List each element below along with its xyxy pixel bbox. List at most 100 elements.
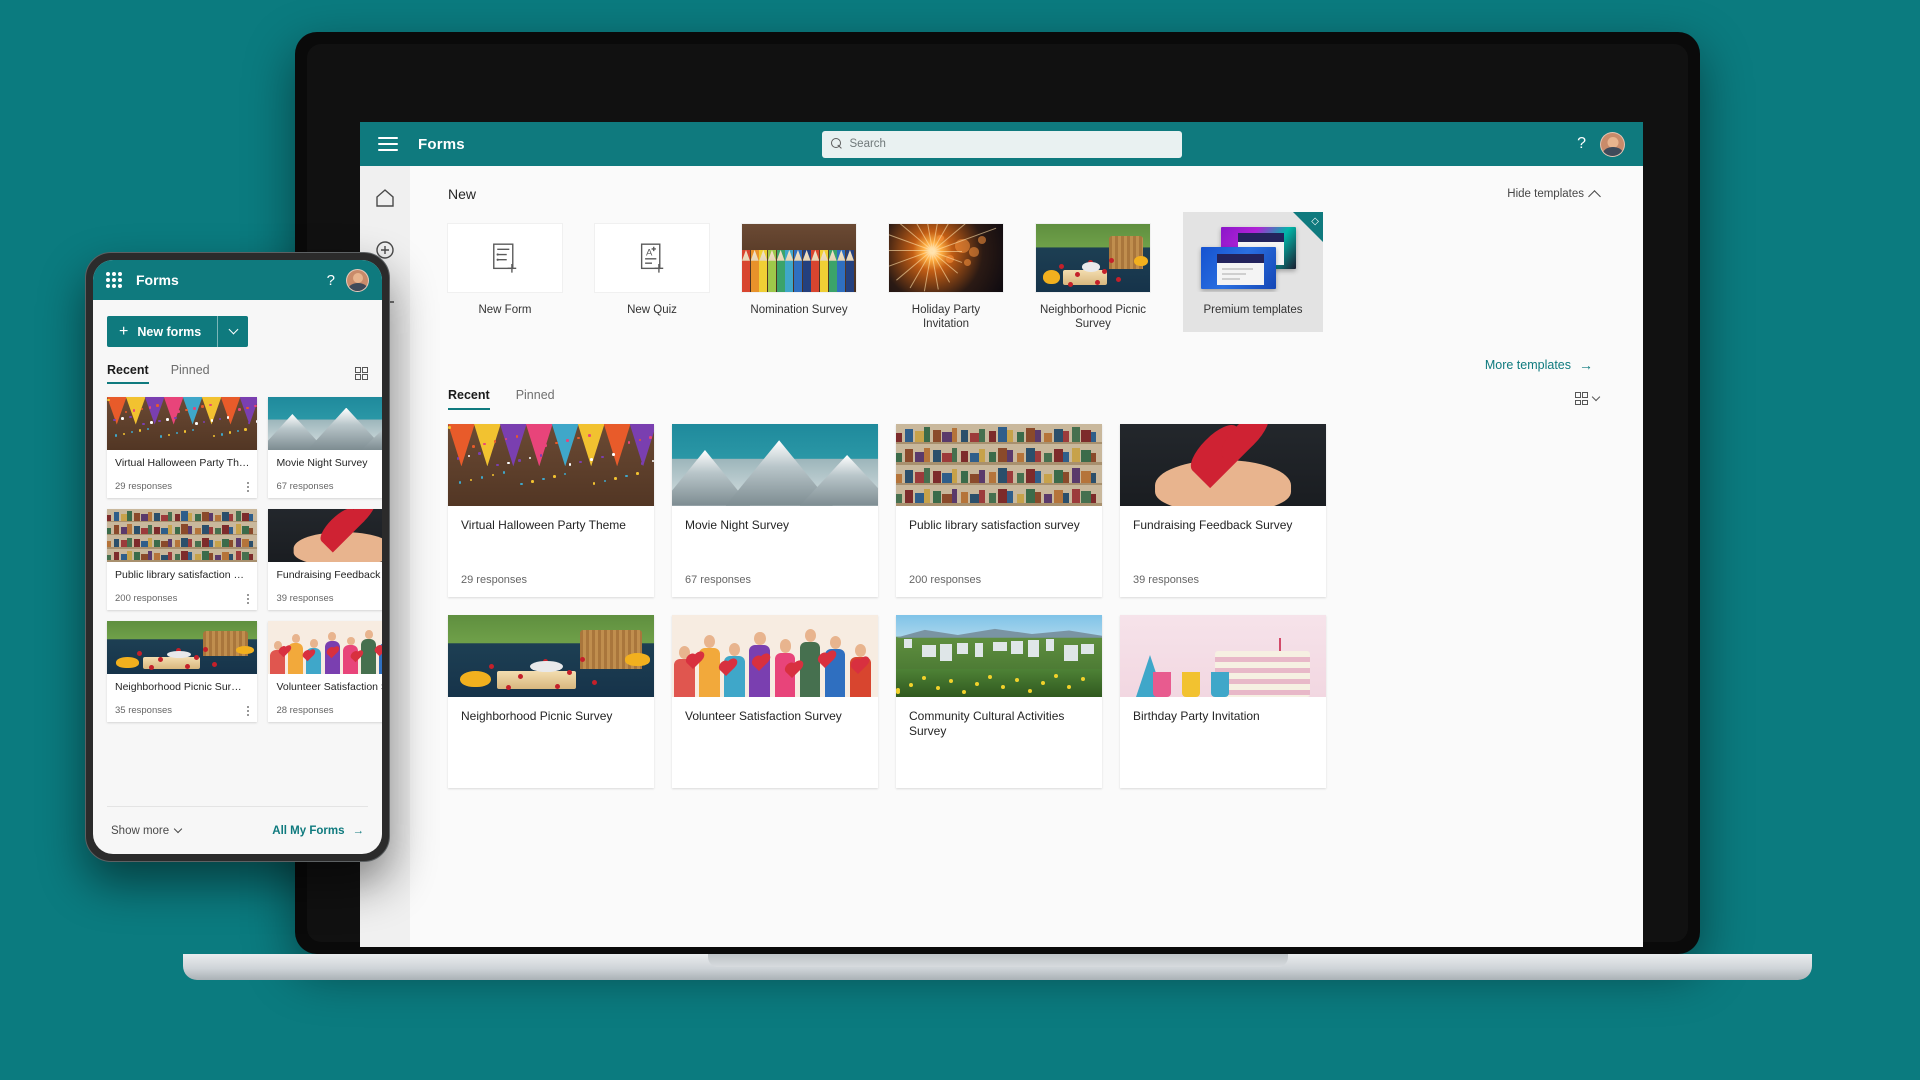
card-thumbnail bbox=[448, 614, 654, 697]
card-responses: 67 responses bbox=[685, 573, 752, 586]
tab-recent[interactable]: Recent bbox=[107, 363, 149, 384]
chevron-down-icon bbox=[173, 824, 183, 833]
more-templates-link[interactable]: More templates → bbox=[1485, 358, 1593, 372]
tab-recent[interactable]: Recent bbox=[448, 388, 490, 410]
laptop-shell: Forms ? bbox=[295, 32, 1700, 954]
template-row: New Form A New Quiz Nomination Survey Ho… bbox=[448, 212, 1599, 332]
hide-templates-link[interactable]: Hide templates bbox=[1507, 188, 1601, 203]
more-templates-label: More templates bbox=[1484, 357, 1571, 372]
card-responses: 35 responses bbox=[115, 705, 173, 716]
card-thumbnail bbox=[268, 509, 382, 562]
premium-thumbnail bbox=[1196, 224, 1310, 292]
table-row[interactable]: Virtual Halloween Party Theme 29 respons… bbox=[448, 423, 654, 597]
card-title: Movie Night Survey bbox=[685, 517, 790, 532]
new-forms-main[interactable]: + New forms bbox=[107, 316, 217, 347]
card-title: Volunteer Satisfaction Sur… bbox=[276, 681, 382, 693]
card-thumbnail bbox=[672, 614, 878, 697]
card-responses: 28 responses bbox=[276, 705, 334, 716]
template-new-form[interactable]: New Form bbox=[448, 224, 562, 318]
template-neighborhood-picnic-survey[interactable]: Neighborhood Picnic Survey bbox=[1036, 224, 1150, 332]
new-quiz-icon: A bbox=[595, 224, 709, 292]
chevron-up-icon bbox=[1588, 189, 1601, 203]
more-options-icon[interactable] bbox=[247, 706, 250, 716]
template-holiday-party-invitation[interactable]: Holiday Party Invitation bbox=[889, 224, 1003, 332]
tab-pinned[interactable]: Pinned bbox=[516, 388, 555, 410]
card-responses: 39 responses bbox=[276, 593, 334, 604]
card-thumbnail bbox=[896, 423, 1102, 506]
table-row[interactable]: Movie Night Survey 67 responses bbox=[672, 423, 878, 597]
card-responses: 29 responses bbox=[115, 481, 173, 492]
search-box[interactable] bbox=[821, 130, 1182, 158]
tab-pinned[interactable]: Pinned bbox=[171, 363, 210, 384]
card-thumbnail bbox=[1120, 423, 1326, 506]
template-premium[interactable]: ◇ Premium templates bbox=[1183, 212, 1323, 332]
card-responses: 67 responses bbox=[276, 481, 334, 492]
card-title: Community Cultural Activities Survey bbox=[909, 708, 1065, 738]
page-title: New bbox=[448, 186, 477, 202]
all-my-forms-link[interactable]: All My Forms → bbox=[272, 825, 364, 837]
mobile-card-grid: Virtual Halloween Party Th… 29 responses… bbox=[107, 397, 382, 722]
hide-templates-label: Hide templates bbox=[1507, 188, 1584, 200]
table-row[interactable]: Birthday Party Invitation bbox=[1120, 614, 1326, 788]
show-more-button[interactable]: Show more bbox=[111, 824, 183, 837]
card-title: Fundraising Feedback Survey bbox=[1133, 517, 1293, 532]
card-title: Fundraising Feedback Sur… bbox=[276, 569, 382, 581]
table-row[interactable]: Fundraising Feedback Survey 39 responses bbox=[1120, 423, 1326, 597]
list-item[interactable]: Fundraising Feedback Sur… 39 responses bbox=[268, 509, 382, 610]
avatar[interactable] bbox=[346, 268, 369, 292]
list-item[interactable]: Neighborhood Picnic Sur… 35 responses bbox=[107, 621, 258, 722]
template-thumbnail bbox=[1036, 224, 1150, 292]
plus-icon: + bbox=[119, 322, 129, 340]
desktop-tabs: Recent Pinned bbox=[448, 388, 555, 410]
template-label: Holiday Party Invitation bbox=[911, 304, 981, 330]
new-forms-dropdown[interactable] bbox=[218, 316, 248, 347]
search-input[interactable] bbox=[849, 138, 1173, 150]
template-new-quiz[interactable]: A New Quiz bbox=[595, 224, 709, 318]
card-responses: 200 responses bbox=[909, 573, 982, 586]
more-options-icon[interactable] bbox=[247, 482, 250, 492]
premium-label: Premium templates bbox=[1203, 304, 1303, 316]
list-item[interactable]: Public library satisfaction … 200 respon… bbox=[107, 509, 258, 610]
show-more-label: Show more bbox=[111, 824, 170, 837]
card-thumbnail bbox=[107, 397, 258, 450]
list-item[interactable]: Virtual Halloween Party Th… 29 responses bbox=[107, 397, 258, 498]
arrow-right-icon: → bbox=[352, 824, 365, 837]
grid-view-icon[interactable] bbox=[355, 367, 368, 380]
card-title: Birthday Party Invitation bbox=[1133, 708, 1260, 723]
forms-card-grid: Virtual Halloween Party Theme 29 respons… bbox=[448, 423, 1599, 788]
template-nomination-survey[interactable]: Nomination Survey bbox=[742, 224, 856, 318]
template-label: New Quiz bbox=[627, 304, 677, 316]
table-row[interactable]: Community Cultural Activities Survey bbox=[896, 614, 1102, 788]
template-thumbnail bbox=[889, 224, 1003, 292]
mobile-tabs: Recent Pinned bbox=[107, 363, 210, 384]
card-thumbnail bbox=[107, 509, 258, 562]
card-thumbnail bbox=[448, 423, 654, 506]
desktop-app-header: Forms ? bbox=[360, 122, 1643, 166]
card-thumbnail bbox=[107, 621, 258, 674]
card-title: Public library satisfaction survey bbox=[909, 517, 1080, 532]
card-responses: 39 responses bbox=[1133, 573, 1200, 586]
avatar[interactable] bbox=[1600, 131, 1625, 157]
new-forms-button[interactable]: + New forms bbox=[107, 316, 249, 347]
list-item[interactable]: Movie Night Survey 67 responses bbox=[268, 397, 382, 498]
help-icon[interactable]: ? bbox=[327, 272, 335, 289]
more-options-icon[interactable] bbox=[247, 594, 250, 604]
app-title: Forms bbox=[418, 135, 465, 153]
home-icon[interactable] bbox=[373, 186, 397, 210]
table-row[interactable]: Public library satisfaction survey 200 r… bbox=[896, 423, 1102, 597]
help-icon[interactable]: ? bbox=[1577, 136, 1586, 152]
view-toggle[interactable] bbox=[1575, 392, 1601, 406]
table-row[interactable]: Neighborhood Picnic Survey bbox=[448, 614, 654, 788]
card-title: Public library satisfaction … bbox=[115, 569, 244, 581]
list-item[interactable]: Volunteer Satisfaction Sur… 28 responses bbox=[268, 621, 382, 722]
table-row[interactable]: Volunteer Satisfaction Survey bbox=[672, 614, 878, 788]
mobile-app-header: Forms ? bbox=[93, 260, 382, 300]
chevron-down-icon bbox=[228, 324, 239, 335]
grid-view-icon bbox=[1575, 392, 1588, 406]
mobile-footer: Show more All My Forms → bbox=[107, 806, 368, 854]
laptop-device: Forms ? bbox=[183, 32, 1812, 980]
desktop-content: New Hide templates New Form A New Quiz N… bbox=[410, 166, 1643, 947]
hamburger-icon[interactable] bbox=[378, 137, 398, 151]
app-launcher-icon[interactable] bbox=[106, 272, 122, 288]
card-thumbnail bbox=[268, 397, 382, 450]
